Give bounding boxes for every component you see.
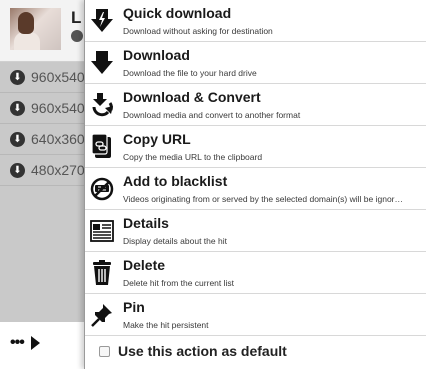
clipboard-icon xyxy=(91,134,111,158)
menu-item-download[interactable]: Download Download the file to your hard … xyxy=(85,42,426,84)
download-arrow-icon xyxy=(91,51,113,74)
menu-item-description: Delete hit from the current list xyxy=(123,278,235,288)
variant-resolution: 480x270 xyxy=(31,162,85,178)
expand-menu-arrow-icon[interactable] xyxy=(31,336,40,350)
menu-item-title: Pin xyxy=(123,299,145,315)
pushpin-icon xyxy=(91,304,112,327)
menu-item-details[interactable]: Details Display details about the hit xyxy=(85,210,426,252)
menu-item-add-to-blacklist[interactable]: Add to blacklist Videos originating from… xyxy=(85,168,426,210)
menu-item-title: Delete xyxy=(123,257,166,273)
menu-item-description: Make the hit persistent xyxy=(123,320,209,330)
hit-title: L xyxy=(71,8,82,27)
menu-item-title: Details xyxy=(123,215,169,231)
details-icon xyxy=(90,220,114,242)
download-circle-icon[interactable]: ⬇ xyxy=(10,163,25,178)
menu-item-description: Display details about the hit xyxy=(123,236,227,246)
blacklist-icon xyxy=(90,177,114,201)
menu-item-title: Add to blacklist xyxy=(123,173,228,189)
variant-resolution: 960x540 xyxy=(31,69,85,85)
menu-item-quick-download[interactable]: Quick download Download without asking f… xyxy=(85,0,426,42)
menu-item-description: Download without asking for destination xyxy=(123,26,273,36)
menu-item-pin[interactable]: Pin Make the hit persistent xyxy=(85,294,426,336)
download-circle-icon[interactable]: ⬇ xyxy=(10,101,25,116)
menu-item-description: Copy the media URL to the clipboard xyxy=(123,152,263,162)
default-action-checkbox[interactable] xyxy=(99,346,110,357)
download-circle-icon[interactable]: ⬇ xyxy=(10,70,25,85)
quick-download-icon xyxy=(91,9,113,32)
menu-item-description: Videos originating from or served by the… xyxy=(123,194,404,204)
variant-resolution: 960x540 xyxy=(31,100,85,116)
menu-item-title: Download xyxy=(123,47,190,63)
menu-item-description: Download the file to your hard drive xyxy=(123,68,257,78)
hit-thumbnail[interactable] xyxy=(10,8,61,50)
menu-item-delete[interactable]: Delete Delete hit from the current list xyxy=(85,252,426,294)
menu-item-download-convert[interactable]: Download & Convert Download media and co… xyxy=(85,84,426,126)
variant-resolution: 640x360 xyxy=(31,131,85,147)
more-actions-button[interactable]: ••• xyxy=(10,334,25,352)
menu-item-title: Quick download xyxy=(123,5,232,21)
menu-item-copy-url[interactable]: Copy URL Copy the media URL to the clipb… xyxy=(85,126,426,168)
download-circle-icon[interactable]: ⬇ xyxy=(10,132,25,147)
menu-item-description: Download media and convert to another fo… xyxy=(123,110,301,120)
menu-item-title: Download & Convert xyxy=(123,89,261,105)
action-menu: Quick download Download without asking f… xyxy=(84,0,426,369)
default-action-label[interactable]: Use this action as default xyxy=(118,343,287,359)
hit-badge-icon xyxy=(71,30,83,42)
convert-icon xyxy=(92,93,113,117)
menu-item-title: Copy URL xyxy=(123,131,191,147)
trash-icon xyxy=(93,260,111,285)
default-action-option[interactable]: Use this action as default xyxy=(85,336,426,369)
